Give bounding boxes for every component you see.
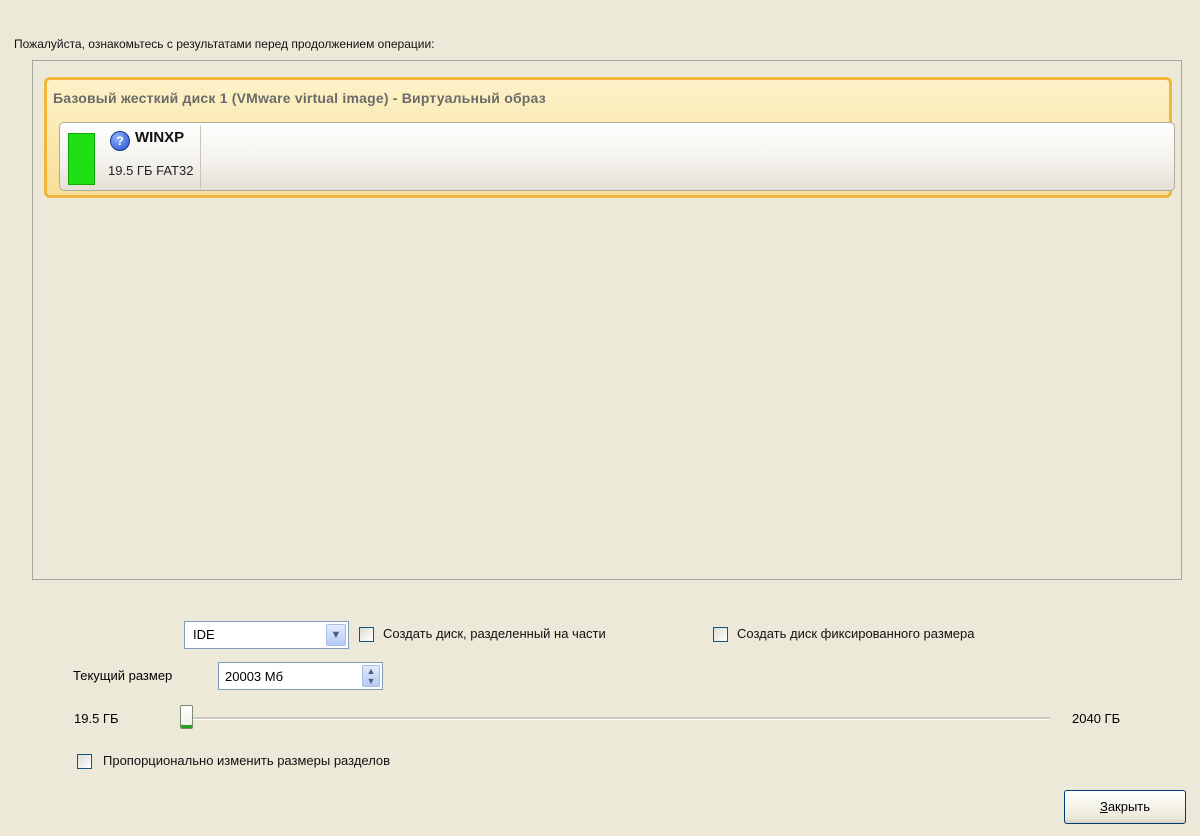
partition-color-swatch [68,133,95,185]
split-disk-checkbox[interactable] [359,627,374,642]
partition-size: 19.5 ГБ FAT32 [108,163,194,178]
partition-winxp[interactable]: ? WINXP 19.5 ГБ FAT32 [59,122,1175,191]
close-button-label: акрыть [1107,799,1151,814]
question-icon: ? [110,131,130,151]
partition-name: WINXP [135,129,185,146]
slider-max-label: 2040 ГБ [1072,711,1121,726]
fixed-size-checkbox[interactable] [713,627,728,642]
intro-text: Пожалуйста, ознакомьтесь с результатами … [14,37,435,51]
fixed-size-label: Создать диск фиксированного размера [737,626,975,641]
partition-separator [200,125,201,188]
interface-select-value: IDE [193,627,215,642]
proportional-resize-label: Пропорционально изменить размеры раздело… [103,753,391,768]
slider-min-label: 19.5 ГБ [74,711,119,726]
results-panel: Базовый жесткий диск 1 (VMware virtual i… [32,60,1182,580]
current-size-value: 20003 Мб [225,669,284,684]
size-slider-thumb[interactable] [180,705,193,729]
interface-select[interactable]: IDE ▼ [184,621,349,649]
size-slider-track[interactable] [180,717,1050,720]
spin-up-icon[interactable]: ▲ ▼ [362,665,380,687]
current-size-label: Текущий размер [73,668,173,683]
disk-title: Базовый жесткий диск 1 (VMware virtual i… [53,90,546,106]
chevron-down-icon[interactable]: ▼ [326,624,346,646]
disk-card[interactable]: Базовый жесткий диск 1 (VMware virtual i… [44,77,1175,198]
proportional-resize-checkbox[interactable] [77,754,92,769]
close-button-mnemonic: З [1099,799,1108,814]
current-size-input[interactable]: 20003 Мб ▲ ▼ [218,662,383,690]
split-disk-label: Создать диск, разделенный на части [383,626,606,641]
close-button[interactable]: Закрыть [1064,790,1186,824]
